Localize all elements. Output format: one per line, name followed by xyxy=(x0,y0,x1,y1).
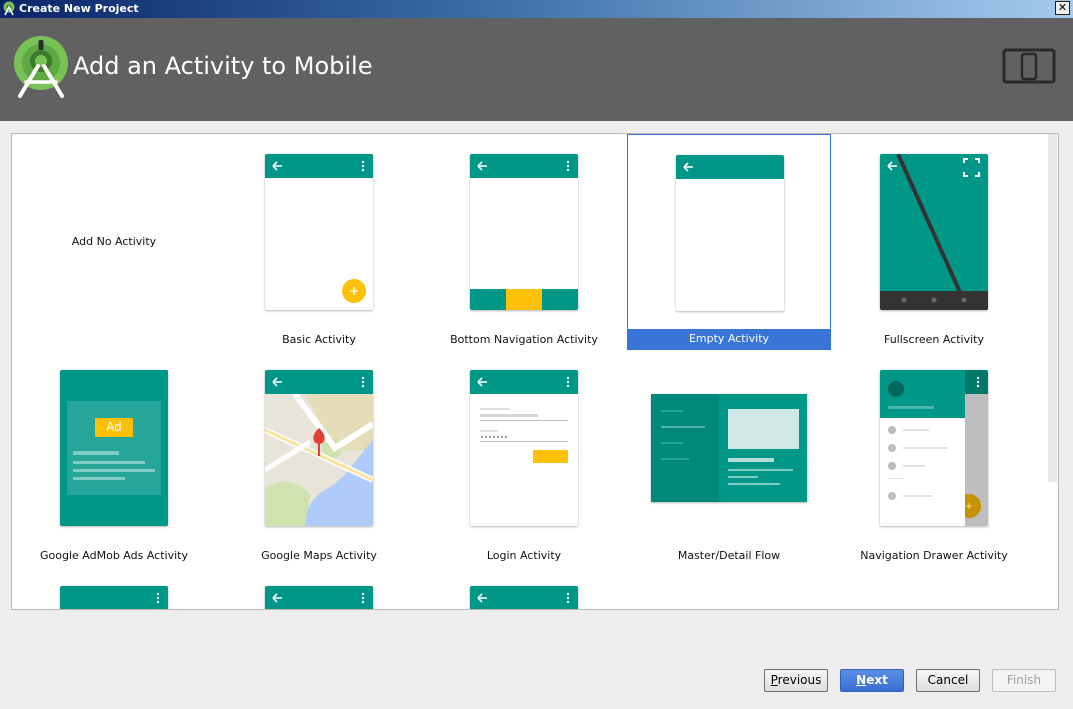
template-add-no-activity[interactable]: Add No Activity xyxy=(12,134,216,350)
ad-badge: Ad xyxy=(106,420,122,434)
mnemonic: N xyxy=(856,673,867,687)
template-master-detail-flow[interactable]: Master/Detail Flow xyxy=(627,350,831,566)
gallery-scrollbar[interactable] xyxy=(1048,134,1057,482)
template-label: Bottom Navigation Activity xyxy=(450,333,598,346)
template-label: Google AdMob Ads Activity xyxy=(40,549,188,562)
page-title: Add an Activity to Mobile xyxy=(73,52,373,80)
finish-button[interactable]: Finish xyxy=(992,669,1056,692)
template-navigation-drawer-activity[interactable]: Navigation Drawer Activity xyxy=(832,350,1036,566)
previous-button[interactable]: Previous xyxy=(764,669,828,692)
window-title: Create New Project xyxy=(19,2,139,15)
template-thumbnail xyxy=(880,370,988,526)
template-basic-activity[interactable]: Basic Activity xyxy=(217,134,421,350)
template-thumbnail xyxy=(470,154,578,310)
mnemonic: P xyxy=(770,673,778,687)
template-thumbnail xyxy=(60,586,168,609)
android-studio-icon xyxy=(3,1,15,16)
close-icon[interactable]: ✕ xyxy=(1055,1,1070,15)
template-label: Google Maps Activity xyxy=(261,549,377,562)
android-studio-logo-icon xyxy=(14,36,68,98)
template-row3-item[interactable] xyxy=(422,566,626,609)
template-label: Login Activity xyxy=(486,549,562,562)
template-thumbnail xyxy=(676,155,784,311)
label-rest: ext xyxy=(866,673,888,687)
template-google-admob-ads-activity[interactable]: Ad Google AdMob Ads Activity xyxy=(12,350,216,566)
template-label: Fullscreen Activity xyxy=(883,333,984,346)
template-thumbnail xyxy=(651,394,807,502)
phone-tablet-icon xyxy=(1002,48,1056,84)
template-thumbnail xyxy=(880,154,988,310)
template-thumbnail xyxy=(265,154,373,310)
template-fullscreen-activity[interactable]: Fullscreen Activity xyxy=(832,134,1036,350)
activity-template-gallery[interactable]: Add No Activity Basic Activity Bottom Na xyxy=(11,133,1059,610)
cancel-button[interactable]: Cancel xyxy=(916,669,980,692)
template-label: Empty Activity xyxy=(628,329,830,349)
template-thumbnail xyxy=(470,370,578,526)
template-login-activity[interactable]: Login Activity xyxy=(422,350,626,566)
template-google-maps-activity[interactable]: Google Maps Activity xyxy=(217,350,421,566)
template-row3-item[interactable] xyxy=(12,566,216,609)
template-label: Master/Detail Flow xyxy=(677,549,781,562)
template-thumbnail xyxy=(265,370,373,526)
template-bottom-navigation-activity[interactable]: Bottom Navigation Activity xyxy=(422,134,626,350)
template-empty-activity[interactable]: Empty Activity xyxy=(627,134,831,350)
template-label: Add No Activity xyxy=(71,235,157,248)
template-thumbnail xyxy=(265,586,373,609)
next-button[interactable]: Next xyxy=(840,669,904,692)
label-rest: revious xyxy=(777,673,822,687)
window-title-bar: Create New Project ✕ xyxy=(0,0,1073,18)
template-row3-item[interactable] xyxy=(217,566,421,609)
template-thumbnail: Ad xyxy=(60,370,168,526)
wizard-header: Add an Activity to Mobile xyxy=(0,18,1073,121)
template-label: Navigation Drawer Activity xyxy=(860,549,1008,562)
template-label: Basic Activity xyxy=(282,333,356,346)
template-thumbnail xyxy=(470,586,578,609)
